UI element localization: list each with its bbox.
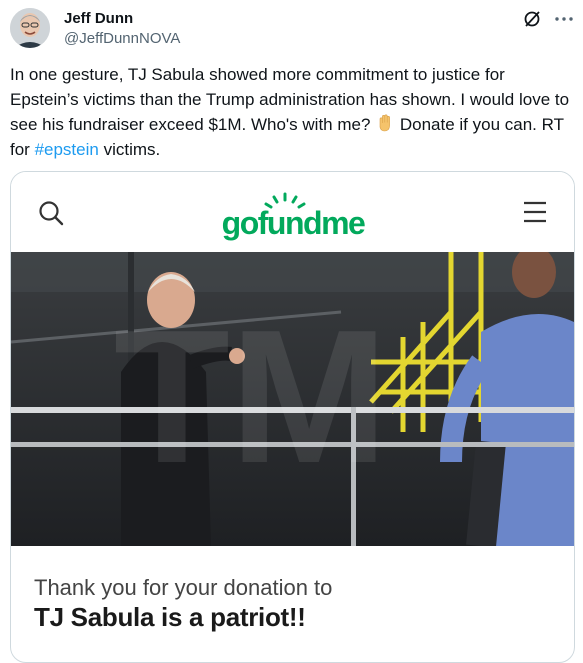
svg-text:gofundme: gofundme bbox=[222, 205, 365, 241]
svg-text:TM: TM bbox=[114, 291, 388, 503]
video-still-photo: TM bbox=[11, 246, 574, 548]
tweet-text: In one gesture, TJ Sabula showed more co… bbox=[10, 62, 572, 162]
menu-icon bbox=[522, 200, 548, 224]
raised-hand-emoji-icon bbox=[375, 113, 395, 133]
campaign-title: TJ Sabula is a patriot!! bbox=[34, 602, 306, 632]
tweet-header: Jeff Dunn @JeffDunnNOVA bbox=[10, 8, 575, 52]
author-name[interactable]: Jeff Dunn bbox=[64, 10, 133, 27]
grok-slash-icon[interactable] bbox=[521, 8, 543, 30]
donation-thanks-text: Thank you for your donation to bbox=[34, 575, 333, 600]
hashtag-link[interactable]: #epstein bbox=[35, 140, 99, 159]
search-icon bbox=[37, 199, 65, 227]
embedded-image-card[interactable]: gofundme TM Thank you for your donation … bbox=[10, 171, 575, 663]
gofundme-header: gofundme bbox=[11, 172, 574, 252]
avatar[interactable] bbox=[10, 8, 50, 48]
gofundme-logo: gofundme bbox=[213, 186, 373, 244]
tweet-text-part3: victims. bbox=[98, 140, 161, 159]
more-options-icon[interactable] bbox=[553, 8, 575, 30]
author-handle[interactable]: @JeffDunnNOVA bbox=[64, 30, 180, 47]
